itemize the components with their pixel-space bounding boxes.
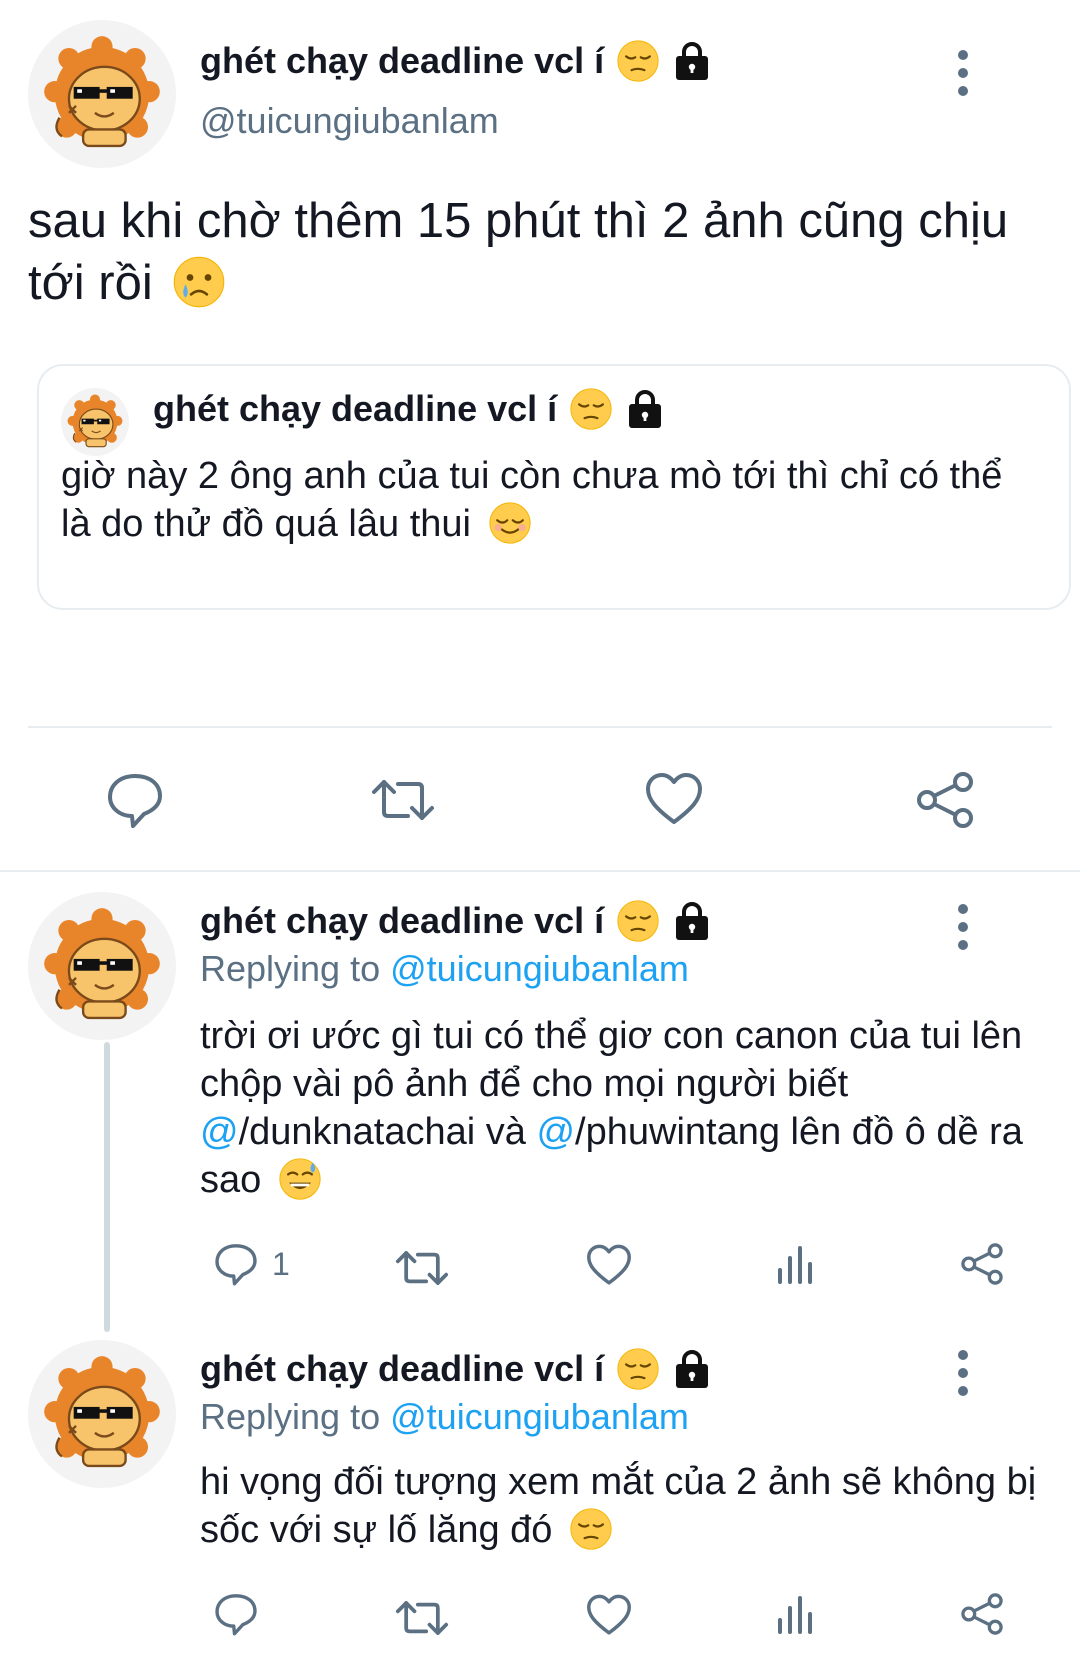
grinning-sweat-icon (278, 1157, 322, 1201)
pensive-face-icon (569, 1507, 613, 1551)
quoted-avatar (61, 388, 129, 456)
analytics-button[interactable] (776, 1244, 816, 1284)
reply-icon (215, 1594, 257, 1636)
replying-to-line: Replying to @tuicungiubanlam (200, 1396, 689, 1438)
section-divider (0, 870, 1080, 872)
crying-face-icon (173, 255, 226, 309)
avatar[interactable] (28, 20, 176, 168)
quoted-author-row: ghét chạy deadline vcl í (153, 386, 665, 432)
reply-text-part: và (475, 1111, 537, 1153)
heart-icon (587, 1594, 631, 1635)
retweet-icon (372, 780, 434, 820)
quoted-tweet-body: giờ này 2 ông anh của tui còn chưa mò tớ… (61, 452, 1021, 548)
reply-body: hi vọng đối tượng xem mắt của 2 ảnh sẽ k… (200, 1458, 1060, 1554)
share-icon (961, 1593, 1003, 1635)
lion-avatar-image (67, 394, 123, 448)
share-icon (961, 1243, 1003, 1285)
lion-avatar-image (43, 907, 161, 1020)
author-name-row[interactable]: ghét chạy deadline vcl í (200, 38, 712, 84)
quoted-tweet-card[interactable]: ghét chạy deadline vcl í giờ này 2 ông a… (37, 364, 1071, 610)
lion-avatar-image (43, 35, 161, 148)
reply-text-part: trời ơi ước gì tui có thể giơ con canon … (200, 1015, 1023, 1105)
avatar[interactable] (28, 1340, 176, 1488)
heart-icon (646, 773, 702, 824)
display-name: ghét chạy deadline vcl í (200, 900, 605, 941)
quoted-display-name: ghét chạy deadline vcl í (153, 388, 558, 429)
reply-count: 1 (272, 1245, 290, 1282)
quoted-tweet-text: giờ này 2 ông anh của tui còn chưa mò tớ… (61, 455, 1003, 545)
lock-icon (674, 902, 711, 941)
retweet-icon (395, 1601, 449, 1635)
replying-to-line: Replying to @tuicungiubanlam (200, 948, 689, 990)
replying-to-handle[interactable]: @tuicungiubanlam (390, 948, 689, 989)
share-icon (917, 772, 973, 828)
author-handle[interactable]: @tuicungiubanlam (200, 100, 499, 142)
more-vertical-icon[interactable] (957, 904, 969, 950)
reply-button[interactable] (106, 772, 164, 828)
like-button[interactable] (586, 1244, 632, 1286)
reply-body: trời ơi ước gì tui có thể giơ con canon … (200, 1012, 1060, 1204)
at-symbol: @ (536, 1111, 576, 1153)
mentioned-user: /phuwintang (575, 1111, 780, 1153)
retweet-button[interactable] (395, 1598, 449, 1638)
author-name-row[interactable]: ghét chạy deadline vcl í (200, 898, 712, 944)
pensive-face-icon (616, 39, 660, 83)
share-button[interactable] (960, 1242, 1004, 1286)
lock-icon (674, 1350, 711, 1389)
avatar[interactable] (28, 892, 176, 1040)
reply-button[interactable]: 1 (214, 1242, 290, 1286)
at-symbol: @ (200, 1111, 239, 1153)
lion-avatar-image (43, 1355, 161, 1468)
more-vertical-icon[interactable] (957, 50, 969, 96)
reply-text: hi vọng đối tượng xem mắt của 2 ảnh sẽ k… (200, 1461, 1037, 1551)
reply-icon (108, 774, 162, 828)
share-button[interactable] (960, 1592, 1004, 1636)
heart-icon (587, 1244, 631, 1285)
reply-icon (215, 1244, 257, 1286)
like-button[interactable] (586, 1594, 632, 1636)
lock-icon (627, 390, 664, 429)
replying-to-label: Replying to (200, 1396, 381, 1437)
share-button[interactable] (915, 770, 975, 830)
like-button[interactable] (645, 772, 703, 826)
retweet-icon (395, 1251, 449, 1285)
retweet-button[interactable] (395, 1248, 449, 1288)
tweet-body: sau khi chờ thêm 15 phút thì 2 ảnh cũng … (28, 190, 1028, 314)
mentioned-user: /dunknatachai (238, 1111, 476, 1153)
lock-icon (674, 42, 711, 81)
replying-to-handle[interactable]: @tuicungiubanlam (390, 1396, 689, 1437)
analytics-icon (778, 1596, 812, 1634)
more-vertical-icon[interactable] (957, 1350, 969, 1396)
pensive-face-icon (616, 1347, 660, 1391)
reply-button[interactable] (214, 1592, 258, 1636)
pensive-face-icon (616, 899, 660, 943)
display-name: ghét chạy deadline vcl í (200, 40, 605, 81)
display-name: ghét chạy deadline vcl í (200, 1348, 605, 1389)
replying-to-label: Replying to (200, 948, 381, 989)
pensive-face-icon (569, 387, 613, 431)
thread-connector-line (104, 1042, 110, 1332)
divider (28, 726, 1052, 728)
relieved-face-icon (488, 501, 531, 545)
analytics-icon (778, 1246, 812, 1284)
analytics-button[interactable] (776, 1594, 816, 1634)
author-name-row[interactable]: ghét chạy deadline vcl í (200, 1346, 712, 1392)
retweet-button[interactable] (372, 776, 434, 824)
